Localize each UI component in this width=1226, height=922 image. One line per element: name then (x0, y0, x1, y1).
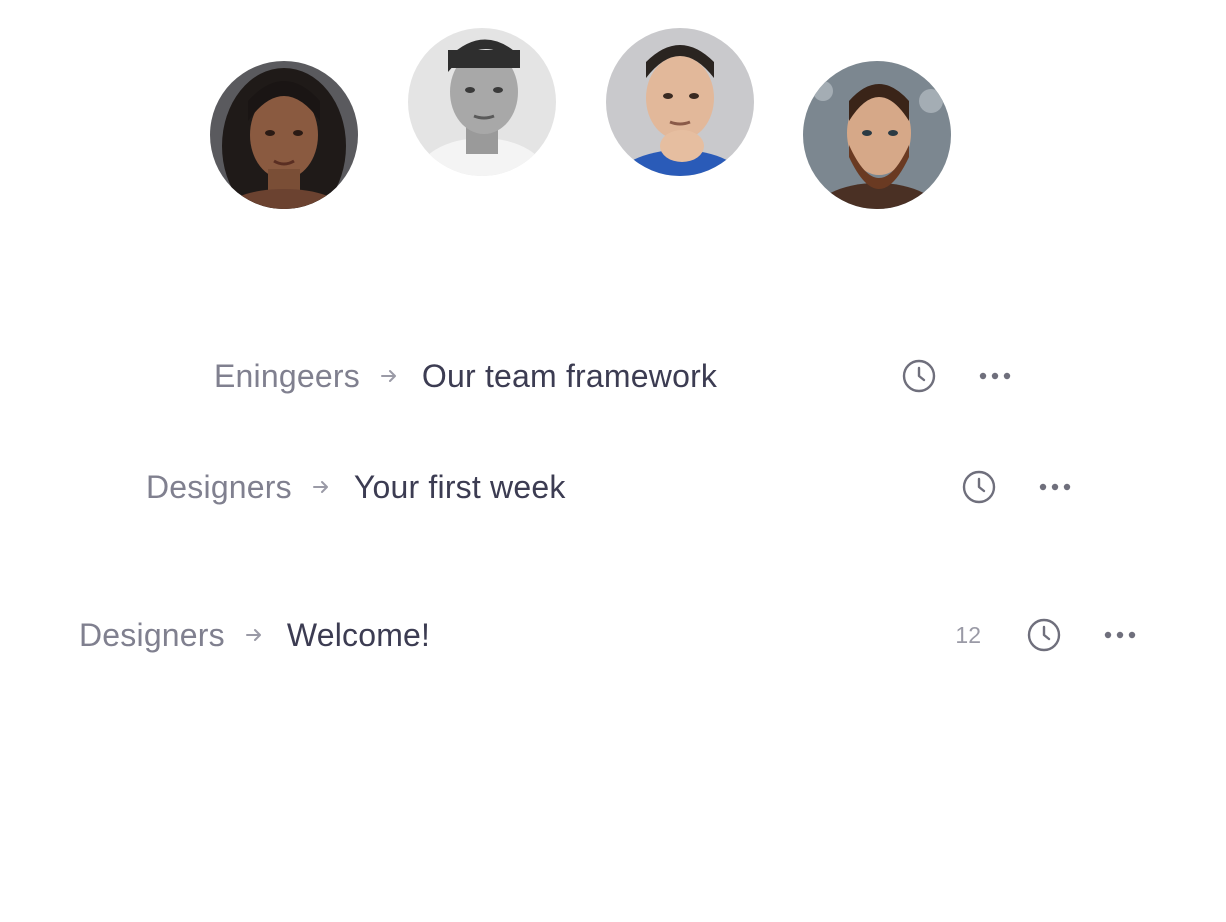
avatar-photo (803, 61, 951, 209)
arrow-right-icon (378, 365, 400, 387)
avatar-photo (210, 61, 358, 209)
more-icon[interactable] (1101, 616, 1139, 654)
list-item[interactable]: Eningeers Our team framework (214, 348, 1014, 404)
arrow-right-icon (243, 624, 265, 646)
count-badge: 12 (955, 621, 981, 648)
page: Eningeers Our team framework Designers Y… (0, 0, 1226, 922)
avatar[interactable] (606, 28, 754, 176)
arrow-right-icon (310, 476, 332, 498)
breadcrumb: Eningeers Our team framework (214, 358, 717, 395)
breadcrumb-parent[interactable]: Eningeers (214, 358, 360, 395)
breadcrumb-title[interactable]: Our team framework (422, 358, 717, 395)
avatar-photo (606, 28, 754, 176)
list-item[interactable]: Designers Welcome! 12 (79, 607, 1139, 663)
breadcrumb-title[interactable]: Welcome! (287, 617, 430, 654)
clock-icon[interactable] (900, 357, 938, 395)
row-actions: 12 (955, 616, 1139, 654)
avatar[interactable] (408, 28, 556, 176)
breadcrumb-title[interactable]: Your first week (354, 469, 566, 506)
breadcrumb: Designers Your first week (146, 469, 566, 506)
more-icon[interactable] (1036, 468, 1074, 506)
row-actions (960, 468, 1074, 506)
clock-icon[interactable] (1025, 616, 1063, 654)
list-item[interactable]: Designers Your first week (146, 459, 1074, 515)
avatar[interactable] (803, 61, 951, 209)
more-icon[interactable] (976, 357, 1014, 395)
breadcrumb-parent[interactable]: Designers (146, 469, 292, 506)
avatar-photo (408, 28, 556, 176)
row-actions (900, 357, 1014, 395)
breadcrumb-parent[interactable]: Designers (79, 617, 225, 654)
breadcrumb: Designers Welcome! (79, 617, 430, 654)
clock-icon[interactable] (960, 468, 998, 506)
avatar[interactable] (210, 61, 358, 209)
